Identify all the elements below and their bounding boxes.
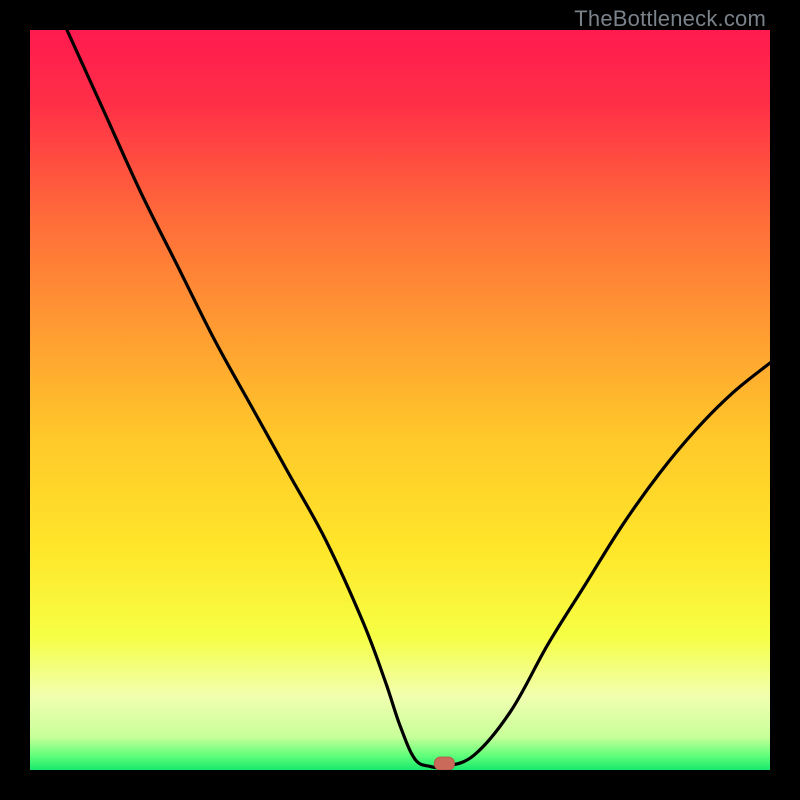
chart-background bbox=[30, 30, 770, 770]
chart-frame bbox=[30, 30, 770, 770]
watermark-text: TheBottleneck.com bbox=[574, 6, 766, 32]
bottleneck-chart bbox=[30, 30, 770, 770]
optimal-point-marker bbox=[434, 757, 454, 770]
